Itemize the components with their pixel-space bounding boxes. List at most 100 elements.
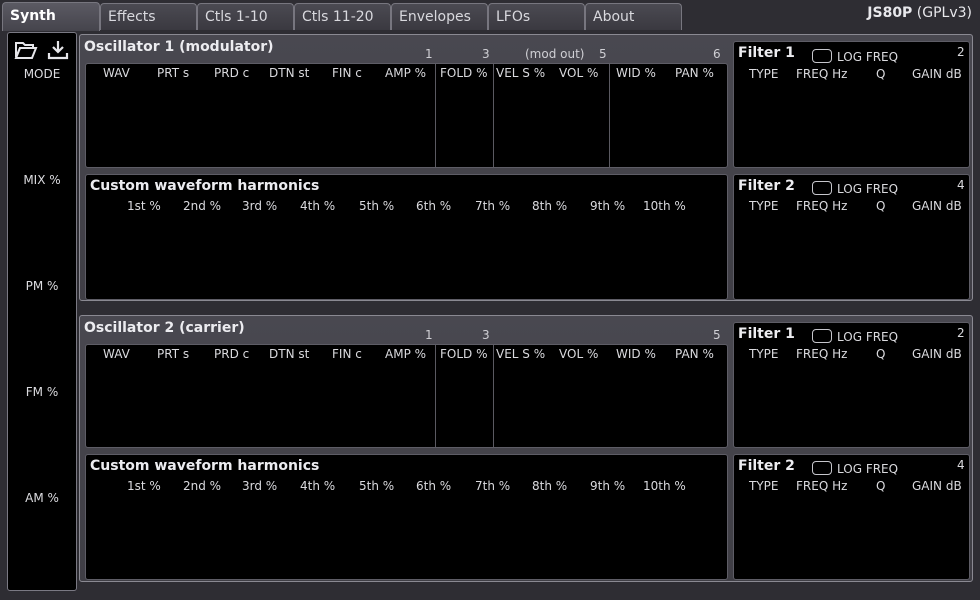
param-label: WAV bbox=[103, 66, 130, 80]
oscillator-1-title: Oscillator 1 (modulator) bbox=[84, 39, 274, 55]
oscillator-2-title: Oscillator 2 (carrier) bbox=[84, 320, 245, 336]
tab-effects[interactable]: Effects bbox=[100, 3, 197, 30]
filter-number: 2 bbox=[957, 45, 965, 59]
filter-2-panel: Filter 2 LOG FREQ 4 TYPE FREQ Hz Q GAIN … bbox=[733, 454, 970, 580]
column-divider bbox=[435, 64, 436, 167]
harmonic-label: 7th % bbox=[475, 199, 511, 213]
filter-2-title: Filter 2 bbox=[738, 178, 795, 194]
folder-open-icon[interactable] bbox=[14, 39, 38, 61]
harmonic-label: 3rd % bbox=[242, 199, 278, 213]
oscillator-2-params-panel: WAV PRT s PRD c DTN st FIN c AMP % FOLD … bbox=[85, 344, 728, 448]
mode-column: MODE MIX % PM % FM % AM % bbox=[7, 32, 77, 591]
filter-param-label: Q bbox=[876, 479, 886, 493]
filter-1-panel: Filter 1 LOG FREQ 2 TYPE FREQ Hz Q GAIN … bbox=[733, 322, 970, 448]
filter-number: 4 bbox=[957, 178, 965, 192]
filter-param-label: FREQ Hz bbox=[796, 479, 848, 493]
param-label: WID % bbox=[616, 66, 656, 80]
number-label: 3 bbox=[482, 47, 490, 61]
number-label: 5 bbox=[599, 47, 607, 61]
log-freq-label: LOG FREQ bbox=[837, 50, 899, 64]
param-label: PRD c bbox=[214, 347, 250, 361]
harmonic-label: 9th % bbox=[590, 479, 626, 493]
filter-param-label: FREQ Hz bbox=[796, 347, 848, 361]
column-divider bbox=[435, 345, 436, 447]
param-label: PRD c bbox=[214, 66, 250, 80]
app-license: (GPLv3) bbox=[916, 5, 972, 21]
harmonic-label: 6th % bbox=[416, 479, 452, 493]
mix-label: MIX % bbox=[23, 173, 61, 187]
app-name: JS80P bbox=[867, 5, 913, 21]
filter-1-title: Filter 1 bbox=[738, 326, 795, 342]
pm-label: PM % bbox=[25, 279, 59, 293]
number-label: 6 bbox=[713, 47, 721, 61]
app-brand: JS80P (GPLv3) bbox=[867, 5, 972, 21]
tab-about[interactable]: About bbox=[585, 3, 682, 30]
oscillator-1-group: Oscillator 1 (modulator) 1 3 (mod out) 5… bbox=[79, 34, 973, 301]
tab-ctls-11-20[interactable]: Ctls 11-20 bbox=[294, 3, 391, 30]
harmonics-panel-2: Custom waveform harmonics 1st % 2nd % 3r… bbox=[85, 454, 728, 580]
param-label: PRT s bbox=[157, 347, 190, 361]
param-label: VEL S % bbox=[496, 347, 546, 361]
tab-ctls-1-10[interactable]: Ctls 1-10 bbox=[197, 3, 294, 30]
param-label: FIN c bbox=[332, 66, 362, 80]
param-label: PAN % bbox=[675, 347, 714, 361]
download-icon[interactable] bbox=[46, 39, 70, 61]
tab-envelopes[interactable]: Envelopes bbox=[391, 3, 488, 30]
log-freq-checkbox[interactable] bbox=[812, 329, 832, 343]
param-label: VOL % bbox=[559, 347, 599, 361]
am-label: AM % bbox=[25, 491, 59, 505]
param-label: FIN c bbox=[332, 347, 362, 361]
filter-param-label: TYPE bbox=[749, 67, 779, 81]
param-label: DTN st bbox=[269, 347, 310, 361]
harmonic-label: 9th % bbox=[590, 199, 626, 213]
param-label: WID % bbox=[616, 347, 656, 361]
column-divider bbox=[609, 64, 610, 167]
oscillator-2-group: Oscillator 2 (carrier) 1 3 5 WAV PRT s P… bbox=[79, 315, 973, 582]
filter-param-label: FREQ Hz bbox=[796, 199, 848, 213]
filter-param-label: TYPE bbox=[749, 199, 779, 213]
filter-param-label: GAIN dB bbox=[912, 479, 962, 493]
harmonic-label: 7th % bbox=[475, 479, 511, 493]
tab-synth[interactable]: Synth bbox=[2, 2, 100, 31]
param-label: VOL % bbox=[559, 66, 599, 80]
param-label: FOLD % bbox=[440, 347, 488, 361]
param-label: AMP % bbox=[385, 66, 427, 80]
harmonic-label: 1st % bbox=[127, 199, 161, 213]
filter-param-label: TYPE bbox=[749, 479, 779, 493]
filter-param-label: Q bbox=[876, 347, 886, 361]
harmonic-label: 3rd % bbox=[242, 479, 278, 493]
tab-bar: Synth Effects Ctls 1-10 Ctls 11-20 Envel… bbox=[0, 0, 980, 31]
harmonic-label: 10th % bbox=[643, 479, 686, 493]
log-freq-label: LOG FREQ bbox=[837, 182, 899, 196]
mod-out-label: (mod out) bbox=[525, 47, 585, 61]
filter-param-label: GAIN dB bbox=[912, 347, 962, 361]
log-freq-label: LOG FREQ bbox=[837, 330, 899, 344]
param-label: PRT s bbox=[157, 66, 190, 80]
filter-2-panel: Filter 2 LOG FREQ 4 TYPE FREQ Hz Q GAIN … bbox=[733, 174, 970, 300]
log-freq-checkbox[interactable] bbox=[812, 461, 832, 475]
filter-2-title: Filter 2 bbox=[738, 458, 795, 474]
harmonic-label: 2nd % bbox=[183, 479, 222, 493]
filter-1-title: Filter 1 bbox=[738, 45, 795, 61]
number-label: 5 bbox=[713, 328, 721, 342]
log-freq-checkbox[interactable] bbox=[812, 49, 832, 63]
filter-1-panel: Filter 1 LOG FREQ 2 TYPE FREQ Hz Q GAIN … bbox=[733, 41, 970, 168]
harmonic-label: 8th % bbox=[532, 199, 568, 213]
filter-number: 2 bbox=[957, 326, 965, 340]
number-label: 1 bbox=[425, 328, 433, 342]
log-freq-checkbox[interactable] bbox=[812, 181, 832, 195]
column-divider bbox=[493, 345, 494, 447]
param-label: AMP % bbox=[385, 347, 427, 361]
param-label: VEL S % bbox=[496, 66, 546, 80]
filter-param-label: GAIN dB bbox=[912, 199, 962, 213]
oscillator-1-params-panel: WAV PRT s PRD c DTN st FIN c AMP % FOLD … bbox=[85, 63, 728, 168]
column-divider bbox=[493, 64, 494, 167]
filter-param-label: TYPE bbox=[749, 347, 779, 361]
harmonic-label: 2nd % bbox=[183, 199, 222, 213]
fm-label: FM % bbox=[25, 385, 59, 399]
filter-param-label: Q bbox=[876, 67, 886, 81]
filter-number: 4 bbox=[957, 458, 965, 472]
tab-lfos[interactable]: LFOs bbox=[488, 3, 585, 30]
param-label: DTN st bbox=[269, 66, 310, 80]
harmonic-label: 5th % bbox=[359, 479, 395, 493]
